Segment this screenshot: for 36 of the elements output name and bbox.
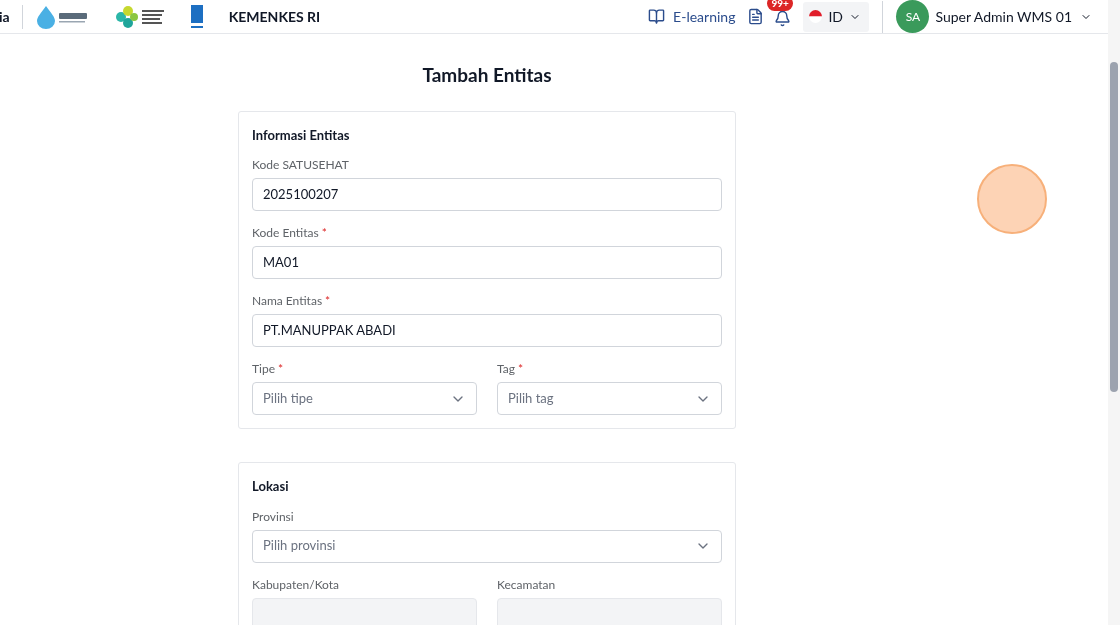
input-field[interactable]: PT.MANUPPAK ABADI [252,314,722,347]
select-field[interactable]: Pilih provinsi [252,529,722,563]
required-mark: * [321,224,327,242]
elearning-link[interactable]: E-learning [648,6,736,27]
field-label: Kecamatan [497,575,556,594]
field-label: Tipe [252,360,275,378]
notification-badge: 99+ [767,0,793,11]
language-selector[interactable]: ID [803,1,870,32]
flag-icon [809,10,823,23]
document-icon[interactable] [747,8,765,25]
logo-icon [190,4,203,29]
input-field[interactable]: MA01 [252,246,722,279]
field-label: Kabupaten/Kota [252,575,340,594]
field-label: Nama Entitas [252,292,323,310]
required-mark: * [325,292,331,310]
field-label: Kode Entitas [252,224,319,242]
logo-icon [114,4,167,29]
user-avatar: SA [896,0,930,33]
select-field[interactable]: Pilih tag [497,382,722,415]
page-title: Tambah Entitas [421,62,553,88]
section-title: Informasi Entitas [252,125,351,145]
field-label: Tag [497,360,515,378]
input-field[interactable]: 2025100207 [252,178,722,211]
user-menu[interactable]: Super Admin WMS 01 [935,6,1092,27]
book-icon [648,8,666,25]
section-title: Lokasi [252,477,290,496]
org-name: KEMENKES RI [228,7,321,27]
required-mark: * [278,360,284,378]
required-mark: * [517,360,524,378]
logo-icon [34,4,89,29]
brand-text: ia [0,7,10,27]
field-label: Provinsi [252,507,294,526]
notification-bell-icon[interactable] [774,10,792,27]
scrollbar[interactable] [1108,0,1120,625]
select-field[interactable]: Pilih tipe [252,382,477,415]
field-label: Kode SATUSEHAT [252,156,349,174]
